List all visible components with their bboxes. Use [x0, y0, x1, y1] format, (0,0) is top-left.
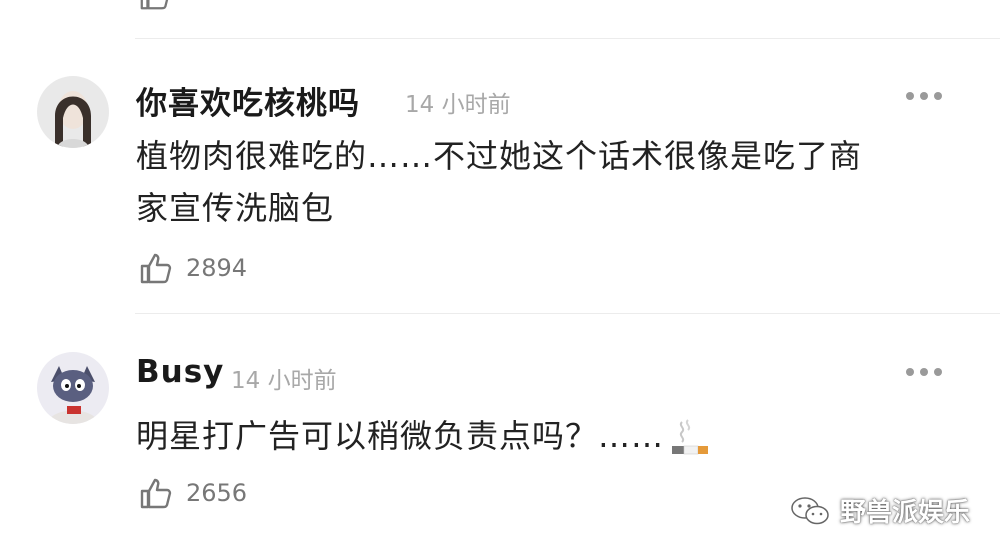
like-count: 2656 [186, 479, 248, 507]
comment-text-line: 明星打广告可以稍微负责点吗？…… [136, 417, 665, 455]
divider [135, 38, 1000, 39]
comment-text: 植物肉很难吃的……不过她这个话术很像是吃了商 家宣传洗脑包 [136, 130, 956, 234]
more-icon[interactable] [906, 362, 946, 382]
username[interactable]: 你喜欢吃核桃吗 [136, 78, 360, 123]
thumbs-up-icon [140, 253, 172, 284]
wechat-icon [791, 496, 829, 524]
watermark: 野兽派娱乐 [790, 492, 970, 529]
comment-text-line: 家宣传洗脑包 [136, 189, 335, 227]
username[interactable]: Busy [136, 354, 224, 390]
comment-text-line: 植物肉很难吃的……不过她这个话术很像是吃了商 [136, 137, 863, 175]
divider [135, 313, 1000, 314]
thumbs-up-icon[interactable] [138, 0, 172, 12]
comment-text: 明星打广告可以稍微负责点吗？…… [136, 410, 956, 462]
cigarette-emoji [672, 419, 709, 455]
previous-comment-footer [0, 0, 1000, 38]
like-button[interactable]: 2894 [138, 250, 247, 286]
more-icon[interactable] [906, 86, 946, 106]
avatar[interactable] [37, 352, 109, 424]
like-count: 2894 [186, 254, 248, 282]
watermark-text: 野兽派娱乐 [839, 498, 970, 528]
timestamp: 14 小时前 [231, 368, 337, 394]
avatar[interactable] [37, 76, 109, 148]
thumbs-up-icon [140, 478, 172, 509]
like-button[interactable]: 2656 [138, 475, 247, 511]
timestamp: 14 小时前 [405, 92, 511, 118]
